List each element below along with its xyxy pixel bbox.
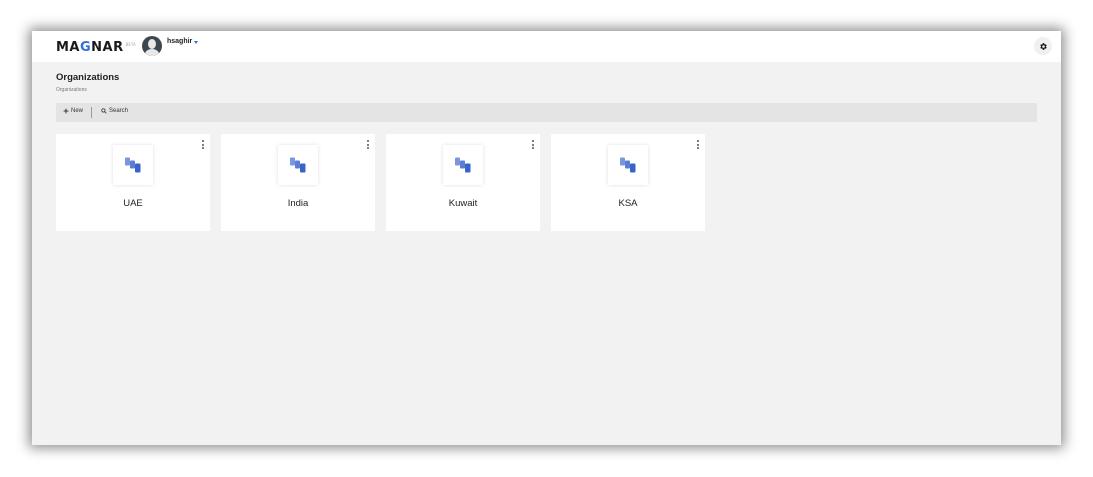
folders-icon <box>125 157 141 173</box>
logo-suffix: NAR <box>91 40 124 55</box>
chevron-down-icon[interactable] <box>194 41 198 44</box>
search-button-label: Search <box>109 108 129 114</box>
avatar[interactable] <box>142 36 162 56</box>
organization-card[interactable]: KSA <box>551 134 705 231</box>
plus-icon <box>63 108 69 114</box>
organization-card[interactable]: UAE <box>56 134 210 231</box>
breadcrumb[interactable]: Organizations <box>56 87 87 93</box>
organization-icon-box <box>278 145 318 185</box>
organization-name: UAE <box>123 198 143 209</box>
user-menu-name[interactable]: hsaghir <box>167 38 192 45</box>
folders-icon <box>620 157 636 173</box>
more-options-icon[interactable] <box>530 139 536 150</box>
toolbar-divider <box>91 107 92 118</box>
more-options-icon[interactable] <box>200 139 206 150</box>
organization-icon-box <box>113 145 153 185</box>
organization-card[interactable]: Kuwait <box>386 134 540 231</box>
organization-card[interactable]: India <box>221 134 375 231</box>
folders-icon <box>455 157 471 173</box>
more-options-icon[interactable] <box>365 139 371 150</box>
logo-superscript: BETA <box>125 42 136 47</box>
settings-button[interactable] <box>1034 37 1052 55</box>
logo-prefix: MA <box>56 40 80 55</box>
new-button-label: New <box>71 108 84 114</box>
new-button[interactable]: New <box>63 108 83 114</box>
search-button[interactable]: Search <box>101 108 128 114</box>
logo-accent: G <box>80 40 92 55</box>
search-icon <box>101 108 107 114</box>
gear-icon <box>1039 42 1047 50</box>
organization-name: India <box>287 198 309 209</box>
organization-name: KSA <box>618 198 638 209</box>
top-bar: MA G NAR BETA hsaghir <box>32 31 1061 62</box>
avatar-shoulders-shape <box>145 49 159 56</box>
organization-name: Kuwait <box>448 198 478 209</box>
app-logo[interactable]: MA G NAR BETA <box>56 40 136 55</box>
folders-icon <box>290 157 306 173</box>
organization-icon-box <box>443 145 483 185</box>
organization-icon-box <box>608 145 648 185</box>
page-title: Organizations <box>56 72 120 83</box>
avatar-head-shape <box>148 39 156 49</box>
more-options-icon[interactable] <box>695 139 701 150</box>
organization-cards: UAE India Kuwait KSA <box>56 134 705 231</box>
app-window: MA G NAR BETA hsaghir Organizations Organiz… <box>32 31 1061 445</box>
toolbar: New Search <box>56 103 1037 122</box>
